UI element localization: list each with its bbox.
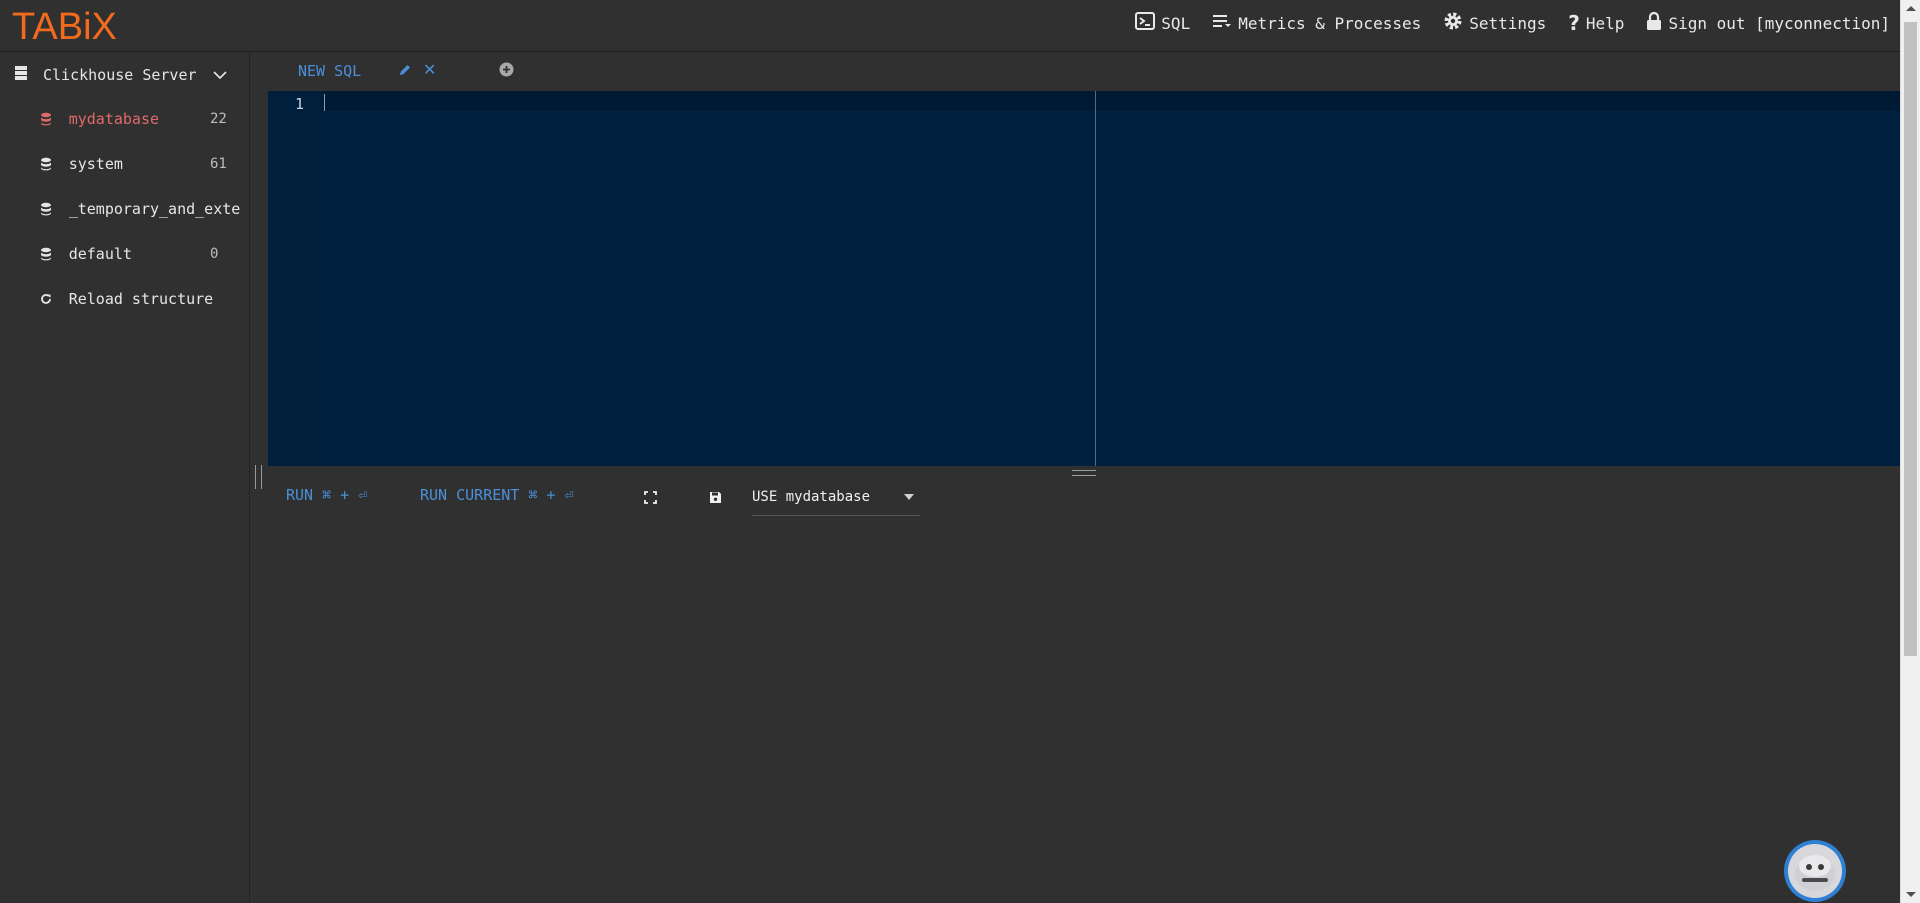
- bot-avatar-icon: [1788, 844, 1842, 898]
- top-bar: TABiX SQL Metrics & Processes Settings ?…: [0, 0, 1900, 52]
- reload-structure-label: Reload structure: [68, 290, 214, 308]
- text-cursor: [324, 94, 325, 111]
- print-margin: [1095, 91, 1096, 466]
- reload-structure-button[interactable]: Reload structure: [40, 289, 240, 309]
- chevron-down-icon[interactable]: [212, 66, 227, 84]
- run-button[interactable]: RUN ⌘ + ⏎: [286, 486, 367, 504]
- nav-metrics[interactable]: Metrics & Processes: [1212, 13, 1421, 33]
- nav-sql-label: SQL: [1161, 13, 1191, 33]
- nav-metrics-label: Metrics & Processes: [1238, 13, 1422, 33]
- pencil-icon[interactable]: [398, 62, 412, 81]
- sidebar: Clickhouse Server mydatabase 22 system 6…: [0, 53, 250, 903]
- active-line-highlight: [268, 91, 1900, 111]
- database-name: _temporary_and_exte: [68, 200, 240, 218]
- tab-label[interactable]: NEW SQL: [298, 62, 361, 80]
- gear-icon: [1443, 11, 1469, 35]
- terminal-icon: [1135, 12, 1161, 34]
- sidebar-item-temporary-and-external[interactable]: _temporary_and_exte: [40, 199, 240, 219]
- help-icon: ?: [1568, 11, 1580, 35]
- scroll-down-arrow[interactable]: [1906, 892, 1916, 897]
- table-count: 0: [210, 246, 219, 262]
- lock-icon: [1646, 11, 1668, 35]
- close-icon[interactable]: ✕: [423, 60, 436, 79]
- sql-editor[interactable]: 1: [268, 91, 1900, 466]
- database-icon: [40, 112, 54, 126]
- database-icon: [40, 157, 54, 171]
- scrollbar-thumb[interactable]: [1904, 22, 1917, 656]
- table-count: 61: [210, 156, 227, 172]
- nav-sql[interactable]: SQL: [1135, 12, 1190, 34]
- nav-help[interactable]: ? Help: [1568, 11, 1624, 35]
- reload-icon: [40, 293, 54, 305]
- line-number: 1: [294, 95, 304, 113]
- nav-settings-label: Settings: [1469, 13, 1547, 33]
- top-nav: SQL Metrics & Processes Settings ? Help …: [1113, 0, 1900, 46]
- editor-gutter: 1: [268, 91, 323, 466]
- fullscreen-icon[interactable]: [644, 489, 657, 508]
- chat-bot-button[interactable]: [1784, 840, 1846, 902]
- database-select[interactable]: USE mydatabase: [752, 484, 920, 516]
- database-icon: [40, 247, 54, 261]
- table-count: 22: [210, 111, 227, 127]
- save-icon[interactable]: [709, 489, 722, 508]
- scroll-up-arrow[interactable]: [1906, 6, 1916, 11]
- page-scrollbar[interactable]: [1900, 0, 1920, 903]
- chevron-down-icon: [904, 494, 914, 500]
- editor-toolbar: RUN ⌘ + ⏎ RUN CURRENT ⌘ + ⏎ USE mydataba…: [268, 484, 968, 516]
- run-current-button[interactable]: RUN CURRENT ⌘ + ⏎: [420, 486, 574, 504]
- server-label: Clickhouse Server: [43, 66, 197, 84]
- list-icon: [1212, 13, 1238, 33]
- nav-help-label: Help: [1585, 13, 1625, 33]
- sidebar-item-mydatabase[interactable]: mydatabase 22: [40, 109, 240, 129]
- nav-signout[interactable]: Sign out [myconnection]: [1646, 11, 1890, 35]
- server-selector[interactable]: Clickhouse Server: [14, 65, 227, 85]
- sidebar-resize-handle[interactable]: [255, 465, 262, 489]
- sidebar-item-default[interactable]: default 0: [40, 244, 240, 264]
- database-icon: [40, 202, 54, 216]
- tab-bar: NEW SQL ✕: [268, 54, 1900, 90]
- nav-settings[interactable]: Settings: [1443, 11, 1546, 35]
- add-circle-icon[interactable]: [499, 62, 514, 81]
- app-logo[interactable]: TABiX: [12, 7, 117, 47]
- sidebar-item-system[interactable]: system 61: [40, 154, 240, 174]
- nav-signout-label: Sign out [myconnection]: [1668, 13, 1890, 33]
- database-select-value: USE mydatabase: [752, 489, 871, 505]
- editor-resize-handle[interactable]: [1072, 470, 1096, 480]
- server-icon: [14, 65, 28, 85]
